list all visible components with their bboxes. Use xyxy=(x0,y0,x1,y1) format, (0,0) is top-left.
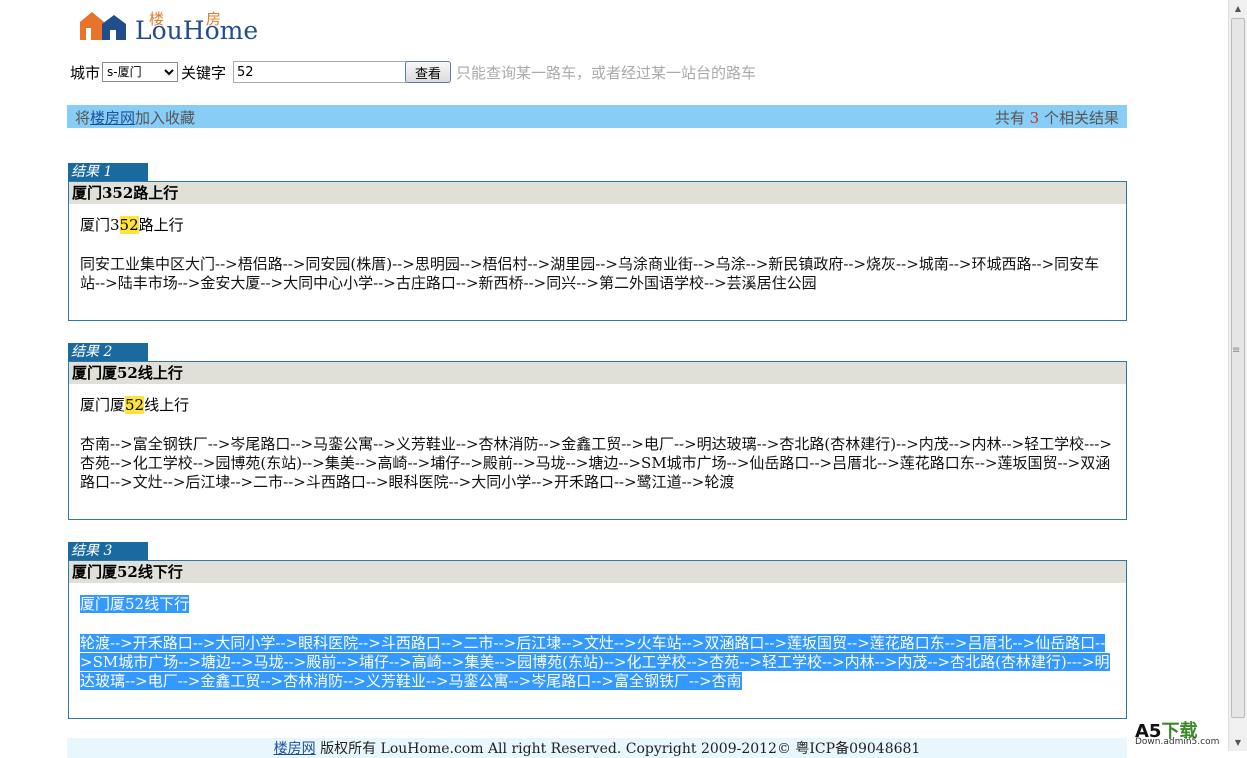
result-count-text: 共有 3 个相关结果 xyxy=(994,109,1119,127)
vertical-scrollbar[interactable]: ▲ ≡ ▼ xyxy=(1228,0,1247,751)
bookmark-text: 将楼房网加入收藏 xyxy=(75,109,196,127)
result-title: 厦门352路上行 xyxy=(69,182,1126,204)
result-tag-2: 结果 2 xyxy=(68,343,148,361)
keyword-label: 关键字 xyxy=(181,64,227,82)
info-bar: 将楼房网加入收藏 共有 3 个相关结果 xyxy=(67,105,1127,128)
arrow-up-icon[interactable]: ▲ xyxy=(1229,0,1247,17)
result-card-2: 厦门厦52线上行 厦门厦52线上行 杏南-->富全钢铁厂-->岑尾路口-->马銮… xyxy=(68,361,1127,520)
houses-logo-icon xyxy=(80,12,126,40)
search-hint: 只能查询某一路车，或者经过某一站台的路车 xyxy=(456,64,757,82)
grip-icon: ≡ xyxy=(1232,345,1241,356)
result-tag-1: 结果 1 xyxy=(68,163,148,181)
result-tag-3: 结果 3 xyxy=(68,542,148,560)
result-title: 厦门厦52线上行 xyxy=(69,362,1126,384)
result-card-1: 厦门352路上行 厦门352路上行 同安工业集中区大门-->梧侣路-->同安园(… xyxy=(68,181,1127,321)
footer: 楼房网 版权所有 LouHome.com All right Reserved.… xyxy=(67,738,1127,758)
result-card-3: 厦门厦52线下行 厦门厦52线下行 轮渡-->开禾路口-->大同小学-->眼科医… xyxy=(68,560,1127,719)
bookmark-link[interactable]: 楼房网 xyxy=(90,109,135,127)
logo-english-text: LouHome xyxy=(135,16,259,45)
result-title: 厦门厦52线下行 xyxy=(69,561,1126,583)
search-button[interactable]: 查看 xyxy=(405,61,451,83)
arrow-down-icon[interactable]: ▼ xyxy=(1229,734,1247,751)
site-logo[interactable]: 楼房 LouHome xyxy=(80,8,270,45)
footer-link[interactable]: 楼房网 xyxy=(274,741,316,757)
result-subtitle: 厦门厦52线下行 xyxy=(80,595,190,613)
result-subtitle: 厦门352路上行 xyxy=(80,216,184,234)
route-stops: 同安工业集中区大门-->梧侣路-->同安园(株厝)-->思明园-->梧侣村-->… xyxy=(80,255,1100,292)
result-count: 3 xyxy=(1029,109,1040,127)
city-select[interactable]: s-厦门 xyxy=(102,62,178,82)
city-label: 城市 xyxy=(70,64,101,82)
result-subtitle: 厦门厦52线上行 xyxy=(80,396,190,414)
scrollbar-thumb[interactable] xyxy=(1231,18,1245,718)
route-stops: 轮渡-->开禾路口-->大同小学-->眼科医院-->斗西路口-->二市-->后江… xyxy=(80,634,1110,690)
keyword-input[interactable] xyxy=(233,61,407,83)
route-stops: 杏南-->富全钢铁厂-->岑尾路口-->马銮公寓-->义芳鞋业-->杏林消防--… xyxy=(80,435,1112,491)
footer-copyright: 版权所有 LouHome.com All right Reserved. Cop… xyxy=(320,741,921,757)
